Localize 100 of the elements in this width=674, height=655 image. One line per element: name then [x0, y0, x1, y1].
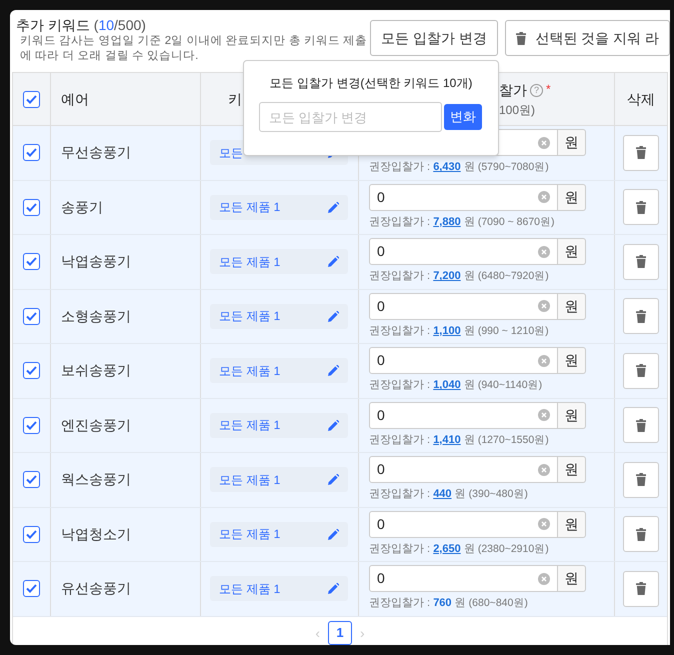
help-icon[interactable]: ? — [530, 84, 543, 96]
product-tag[interactable]: 모든 제품 1 — [210, 358, 348, 384]
pencil-icon[interactable] — [328, 474, 339, 486]
apply-button[interactable]: 변화 — [444, 104, 482, 130]
check-icon — [26, 475, 37, 484]
keyword-text: 낙엽송풍기 — [61, 252, 131, 272]
checkbox[interactable] — [23, 580, 40, 598]
delete-button[interactable] — [623, 352, 659, 389]
keyword-text: 무선송풍기 — [61, 143, 131, 162]
note-text: 키워드 감사는 영업일 기준 2일 이내에 완료되지만 총 키워드 제출에 따라 더 오래 걸릴 수 있습니다. — [19, 34, 368, 64]
recommended-price-link[interactable]: 7,880 — [433, 216, 461, 228]
recommended-bid: 권장입찰가 : 1,100 원 (990 ~ 1210원) — [369, 324, 550, 339]
recommended-price-link[interactable]: 1,410 — [433, 434, 461, 446]
recommended-price-link[interactable]: 1,100 — [433, 324, 461, 337]
keyword-text: 보쉬송풍기 — [61, 361, 131, 380]
product-tag[interactable]: 모든 제품 1 — [210, 522, 348, 547]
checkbox[interactable] — [23, 90, 40, 108]
product-tag[interactable]: 모든 제품 1 — [210, 304, 348, 329]
checkbox[interactable] — [23, 308, 40, 325]
delete-button[interactable] — [623, 462, 659, 498]
pencil-icon[interactable] — [328, 202, 339, 213]
keyword-text: 유선송풍기 — [61, 579, 131, 598]
change-all-bids-button[interactable]: 모든 입찰가 변경 — [370, 20, 498, 56]
unit-label: 원 — [558, 456, 586, 484]
delete-button[interactable] — [623, 244, 659, 280]
column-header: 키 — [228, 90, 242, 108]
unit-label: 원 — [558, 510, 586, 538]
product-tag[interactable]: 모든 제품 1 — [210, 576, 348, 602]
pencil-icon[interactable] — [328, 310, 339, 322]
check-icon — [26, 584, 37, 594]
bid-input[interactable]: 0 — [369, 510, 558, 538]
checkbox[interactable] — [23, 144, 40, 162]
checkbox[interactable] — [23, 253, 40, 270]
bid-input[interactable]: 0 — [369, 402, 558, 429]
recommended-price-link[interactable]: 440 — [433, 488, 452, 500]
trash-icon — [636, 310, 646, 323]
bid-input[interactable]: 0 — [369, 565, 558, 592]
column-header: 삭제 — [627, 90, 655, 108]
recommended-price-link[interactable]: 1,040 — [433, 379, 461, 392]
delete-button[interactable] — [623, 570, 659, 607]
recommended-price-link[interactable]: 7,200 — [433, 270, 461, 282]
delete-button[interactable] — [623, 516, 659, 552]
column-header: 찰가 — [499, 80, 527, 100]
trash-icon — [636, 473, 646, 486]
pencil-icon[interactable] — [328, 583, 339, 594]
recommended-bid: 권장입찰가 : 2,650 원 (2380~2910원) — [369, 542, 550, 557]
bid-input[interactable]: 0 — [369, 292, 558, 320]
trash-icon — [636, 418, 646, 432]
pencil-icon[interactable] — [328, 365, 339, 376]
column-subheader: 100원) — [499, 102, 536, 118]
product-tag[interactable]: 모든 제품 1 — [210, 194, 348, 220]
recommended-bid: 권장입찰가 : 6,430 원 (5790~7080원) — [369, 160, 550, 176]
delete-button[interactable] — [623, 134, 659, 171]
checkbox[interactable] — [23, 362, 40, 380]
keyword-text: 낙엽청소기 — [61, 524, 131, 544]
unit-label: 원 — [558, 402, 586, 429]
page-button[interactable]: 1 — [328, 621, 352, 645]
trash-icon — [636, 200, 646, 214]
delete-button[interactable] — [623, 189, 659, 226]
recommended-bid: 권장입찰가 : 440 원 (390~480원) — [369, 487, 529, 502]
keyword-text: 엔진송풍기 — [61, 416, 131, 435]
bid-input[interactable]: 0 — [369, 184, 558, 211]
check-icon — [26, 257, 37, 266]
delete-button[interactable] — [623, 407, 659, 444]
product-tag[interactable]: 모든 제품 1 — [210, 467, 348, 492]
recommended-price-link[interactable]: 2,650 — [433, 542, 461, 555]
checkbox[interactable] — [23, 416, 40, 434]
trash-icon — [636, 255, 646, 268]
bid-input[interactable]: 0 — [369, 456, 558, 484]
check-icon — [26, 530, 37, 539]
check-icon — [26, 148, 37, 158]
check-icon — [26, 94, 37, 104]
delete-button[interactable] — [623, 298, 659, 334]
unit-label: 원 — [558, 184, 586, 211]
keyword-text: 소형송풍기 — [61, 306, 131, 326]
unit-label: 원 — [558, 292, 586, 320]
recommended-bid: 권장입찰가 : 760 원 (680~840원) — [369, 596, 529, 612]
recommended-bid: 권장입찰가 : 7,200 원 (6480~7920원) — [369, 269, 550, 284]
bid-input[interactable]: 0 — [369, 238, 558, 266]
check-icon — [26, 366, 37, 376]
checkbox[interactable] — [23, 198, 40, 216]
pencil-icon[interactable] — [328, 528, 339, 540]
recommended-bid: 권장입찰가 : 7,880 원 (7090 ~ 8670원) — [369, 214, 556, 230]
recommended-price-link[interactable]: 6,430 — [433, 161, 461, 174]
pencil-icon[interactable] — [328, 256, 339, 268]
recommended-bid: 권장입찰가 : 1,040 원 (940~1140원) — [369, 378, 544, 394]
checkbox[interactable] — [23, 526, 40, 543]
pencil-icon[interactable] — [328, 420, 339, 431]
checkbox[interactable] — [23, 471, 40, 488]
trash-icon — [636, 582, 646, 596]
unit-label: 원 — [558, 238, 586, 266]
unit-label: 원 — [558, 565, 586, 592]
recommended-price-link[interactable]: 760 — [433, 597, 452, 610]
trash-icon — [636, 528, 646, 541]
product-tag[interactable]: 모든 제품 1 — [210, 412, 348, 438]
delete-selected-button[interactable]: 선택된 것을 지워 라 — [504, 20, 670, 56]
product-tag[interactable]: 모든 제품 1 — [210, 249, 348, 274]
trash-icon — [516, 32, 526, 44]
bid-input[interactable]: 0 — [369, 347, 558, 374]
bid-field[interactable]: 모든 입찰가 변경 — [259, 102, 442, 132]
